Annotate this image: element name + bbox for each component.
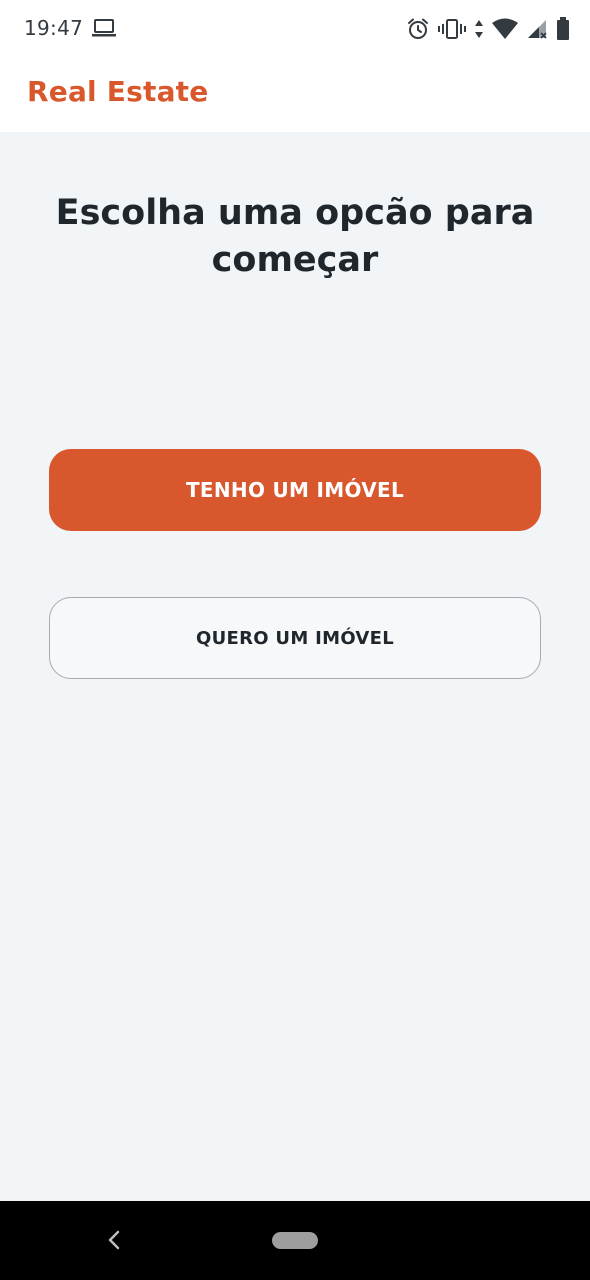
app-title: Real Estate (27, 75, 209, 108)
battery-icon (556, 17, 570, 41)
home-pill-icon[interactable] (272, 1232, 318, 1249)
have-property-button[interactable]: TENHO UM IMÓVEL (49, 449, 541, 531)
status-time: 19:47 (24, 16, 84, 40)
app-screen: 19:47 Real Estate Escolha uma opcão para… (0, 0, 590, 1280)
navigation-bar (0, 1201, 590, 1280)
status-icons (406, 15, 570, 43)
wifi-icon (492, 18, 518, 40)
page-title: Escolha uma opcão para começar (55, 193, 535, 280)
back-icon[interactable] (104, 1229, 124, 1251)
laptop-icon (92, 18, 116, 38)
status-bar: 19:47 (0, 0, 590, 58)
vibrate-icon (438, 17, 466, 41)
alarm-icon (406, 17, 430, 41)
data-arrows-icon (474, 18, 484, 40)
signal-icon (526, 18, 548, 40)
app-header: Real Estate (0, 58, 590, 132)
want-property-button[interactable]: QUERO UM IMÓVEL (49, 597, 541, 679)
